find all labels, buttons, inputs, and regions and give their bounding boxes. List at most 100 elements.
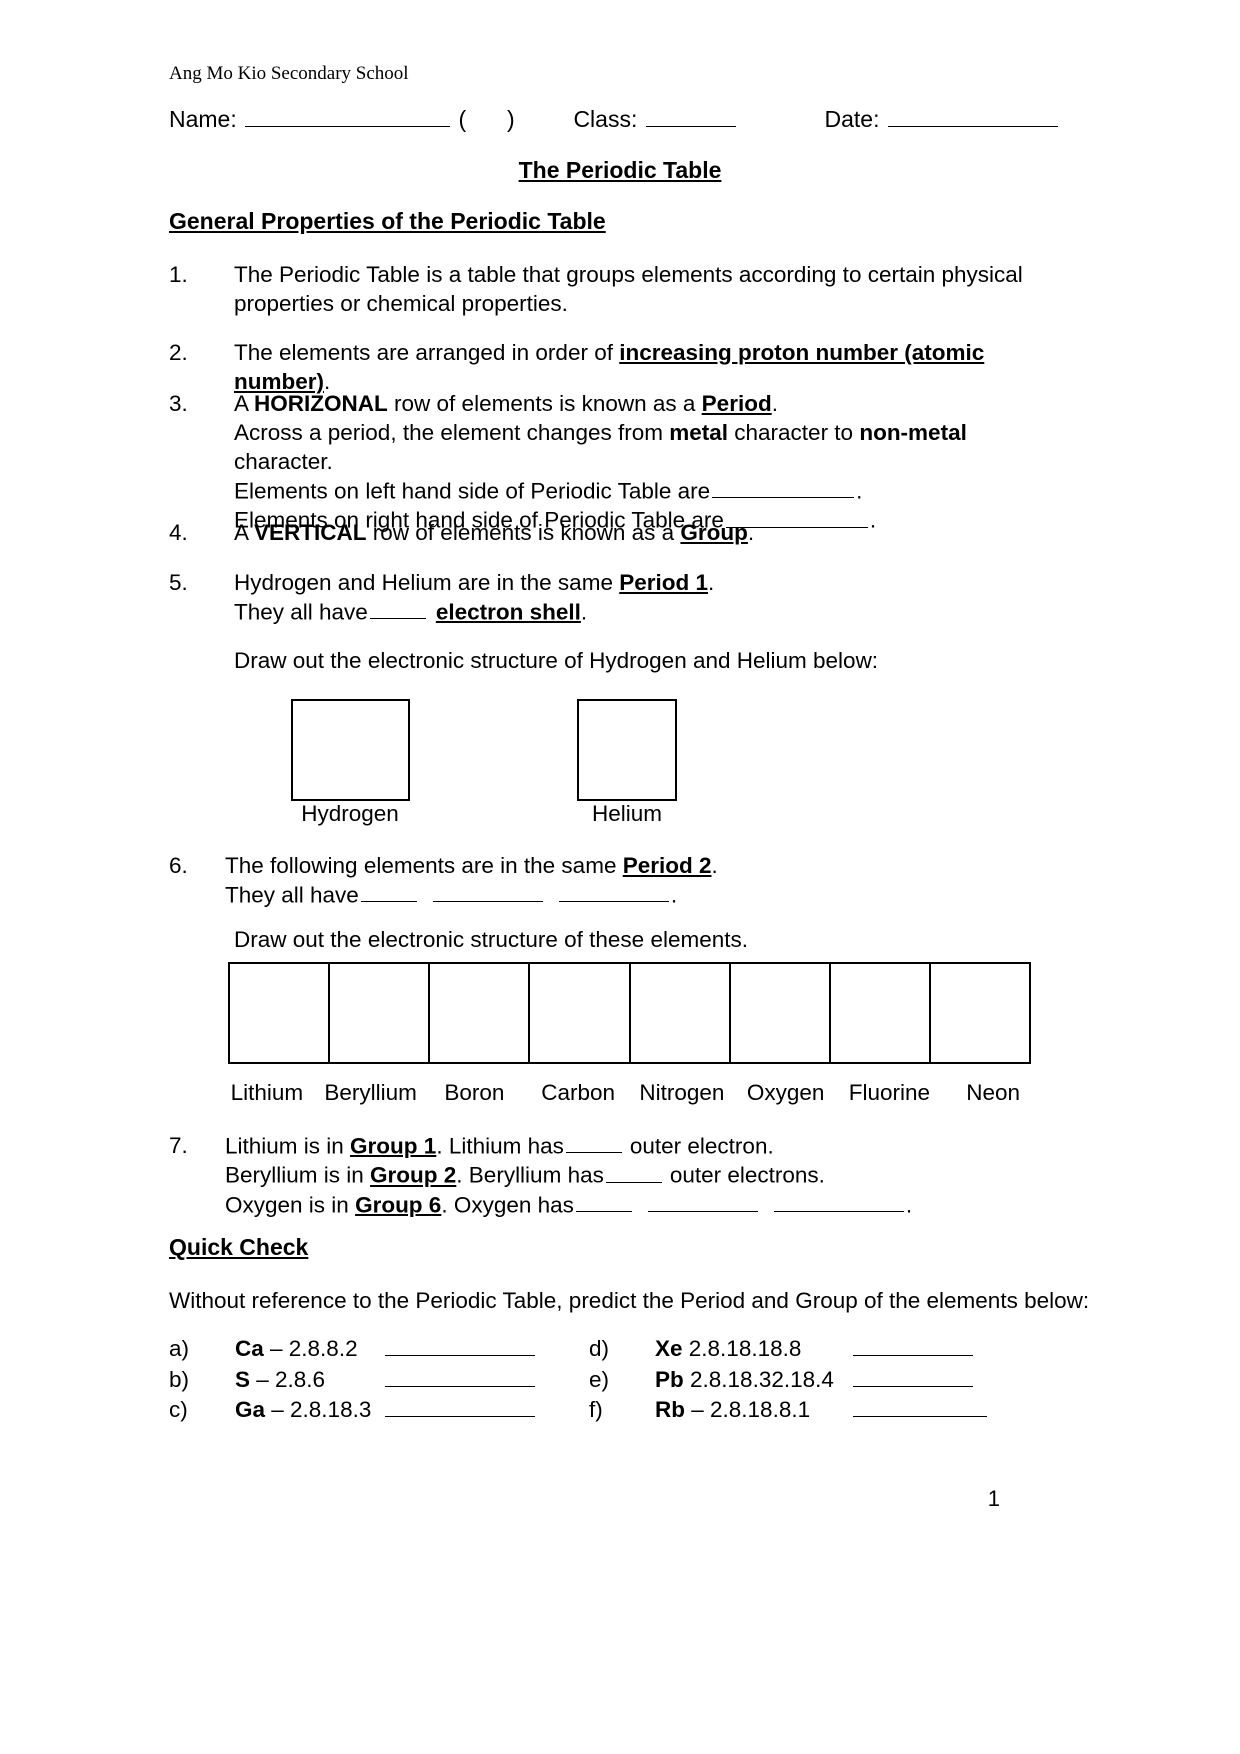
answer-blank-oxygen-a[interactable] (575, 1190, 632, 1213)
element-label-boron: Boron (444, 1080, 505, 1105)
drawing-cell-boron[interactable] (430, 964, 531, 1062)
drawing-cell-carbon[interactable] (530, 964, 631, 1062)
quick-check-row: b) S – 2.8.6 e) Pb 2.8.18.32.18.4 (169, 1364, 999, 1394)
drawing-cell-neon[interactable] (931, 964, 1029, 1062)
text-fragment: . (771, 391, 778, 416)
quick-check-instruction: Without reference to the Periodic Table,… (169, 1288, 1090, 1313)
list-letter: d) (589, 1336, 610, 1362)
keyword-group-6: Group 6 (355, 1192, 442, 1218)
item-5-line-1: Hydrogen and Helium are in the same Peri… (234, 568, 1069, 597)
answer-blank-a[interactable] (385, 1334, 535, 1357)
quick-check-list: a) Ca – 2.8.8.2 d) Xe 2.8.18.18.8 b) S –… (169, 1334, 999, 1425)
class-label: Class: (573, 105, 638, 132)
page-number: 1 (987, 1486, 1000, 1511)
element-config: – 2.8.8.2 (263, 1336, 358, 1362)
drawing-box-helium[interactable] (577, 699, 677, 801)
drawing-cell-fluorine[interactable] (831, 964, 931, 1062)
name-label: Name: (169, 105, 237, 132)
element-label-row: Lithium Beryllium Boron Carbon Nitrogen … (215, 1080, 1045, 1106)
list-letter: e) (589, 1366, 610, 1392)
keyword-period-1: Period 1 (619, 570, 708, 595)
text-fragment: . (707, 570, 715, 595)
answer-blank-6b[interactable] (432, 880, 543, 903)
keyword-electron-shell: electron shell (435, 599, 581, 625)
element-symbol: Ga (235, 1397, 266, 1423)
keyword-vertical: VERTICAL (254, 520, 367, 545)
text-fragment: . (580, 599, 588, 625)
element-formula: Rb – 2.8.18.8.1 (655, 1395, 851, 1425)
list-item-4: 4. A VERTICAL row of elements is known a… (169, 518, 1069, 547)
element-label-nitrogen: Nitrogen (639, 1080, 725, 1105)
drawing-cell-nitrogen[interactable] (631, 964, 731, 1062)
item-6-line-2: They all have. (225, 880, 1069, 909)
element-symbol: Ca (235, 1336, 264, 1362)
answer-blank-oxygen-b[interactable] (647, 1190, 758, 1213)
element-config: – 2.8.6 (250, 1366, 326, 1392)
element-symbol: Rb (655, 1397, 685, 1423)
drawing-cell-lithium[interactable] (230, 964, 331, 1062)
paren-close: ) (506, 105, 515, 132)
answer-blank-left-side[interactable] (712, 476, 855, 499)
item-7-line-1: Lithium is in Group 1. Lithium has outer … (225, 1131, 1069, 1160)
answer-blank-b[interactable] (385, 1364, 535, 1387)
text-fragment: Oxygen is in (225, 1192, 356, 1218)
name-blank[interactable] (245, 104, 451, 127)
text-fragment: A (234, 520, 255, 545)
text-fragment: . Beryllium has (456, 1162, 604, 1188)
item-1-line-1: The Periodic Table is a table that group… (234, 262, 1023, 287)
answer-blank-e[interactable] (853, 1364, 973, 1387)
element-config: 2.8.18.32.18.4 (683, 1366, 834, 1392)
quick-check-entry-c: c) Ga – 2.8.18.3 (169, 1395, 589, 1425)
date-blank[interactable] (887, 104, 1058, 127)
element-label-oxygen: Oxygen (746, 1080, 825, 1105)
answer-blank-lithium-outer[interactable] (565, 1131, 622, 1154)
quick-check-entry-f: f) Rb – 2.8.18.8.1 (589, 1395, 989, 1425)
answer-blank-c[interactable] (385, 1395, 535, 1418)
list-item-1: 1. The Periodic Table is a table that gr… (169, 260, 1069, 318)
item-3-line-2: Across a period, the element changes fro… (234, 418, 1069, 476)
answer-blank-f[interactable] (853, 1395, 987, 1418)
element-formula: Pb 2.8.18.32.18.4 (655, 1365, 851, 1395)
paren-open: ( (458, 105, 467, 132)
item-3-line-1: A HORIZONAL row of elements is known as … (234, 389, 1069, 418)
element-symbol: Xe (655, 1336, 683, 1362)
answer-blank-d[interactable] (853, 1334, 973, 1357)
class-blank[interactable] (645, 104, 736, 127)
answer-blank-6c[interactable] (558, 880, 669, 903)
item-7-line-3: Oxygen is in Group 6. Oxygen has. (225, 1190, 1069, 1219)
drawing-box-hydrogen[interactable] (291, 699, 410, 801)
element-label-lithium: Lithium (230, 1080, 304, 1105)
element-symbol: S (235, 1366, 251, 1392)
section-heading-general: General Properties of the Periodic Table (169, 208, 606, 234)
answer-blank-shell-count[interactable] (369, 597, 426, 620)
item-7-line-2: Beryllium is in Group 2. Beryllium has ou… (225, 1160, 1069, 1189)
element-label-fluorine: Fluorine (848, 1080, 931, 1105)
quick-check-row: a) Ca – 2.8.8.2 d) Xe 2.8.18.18.8 (169, 1334, 999, 1364)
list-letter: a) (169, 1336, 190, 1362)
quick-check-entry-b: b) S – 2.8.6 (169, 1364, 589, 1394)
worksheet-page: Ang Mo Kio Secondary School Name: ( ) Cl… (0, 0, 1240, 1754)
school-name: Ang Mo Kio Secondary School (169, 63, 409, 84)
element-formula: S – 2.8.6 (235, 1365, 383, 1395)
text-fragment: outer electrons. (669, 1162, 825, 1188)
keyword-horizontal: HORIZONAL (254, 391, 388, 416)
element-formula: Ca – 2.8.8.2 (235, 1334, 383, 1364)
text-fragment: . Lithium has (436, 1133, 564, 1159)
answer-blank-6a[interactable] (360, 880, 417, 903)
answer-blank-beryllium-outer[interactable] (605, 1160, 662, 1183)
text-fragment: Hydrogen and Helium are in the same (234, 570, 620, 595)
section-heading-quick-check: Quick Check (169, 1234, 309, 1260)
keyword-metal: metal (669, 420, 729, 445)
quick-check-entry-a: a) Ca – 2.8.8.2 (169, 1334, 589, 1364)
drawing-cell-beryllium[interactable] (330, 964, 431, 1062)
element-config: 2.8.18.18.8 (682, 1336, 802, 1362)
keyword-period: Period (701, 391, 772, 416)
answer-blank-oxygen-c[interactable] (773, 1190, 904, 1213)
draw-instruction-period-2: Draw out the electronic structure of the… (234, 927, 748, 952)
drawing-cell-oxygen[interactable] (731, 964, 831, 1062)
text-fragment: Lithium is in (225, 1133, 351, 1159)
list-letter: c) (169, 1397, 188, 1423)
draw-instruction-hydrogen-helium: Draw out the electronic structure of Hyd… (234, 648, 879, 673)
item-3-line-3: Elements on left hand side of Periodic T… (234, 476, 1069, 505)
text-fragment: Beryllium is in (225, 1162, 371, 1188)
